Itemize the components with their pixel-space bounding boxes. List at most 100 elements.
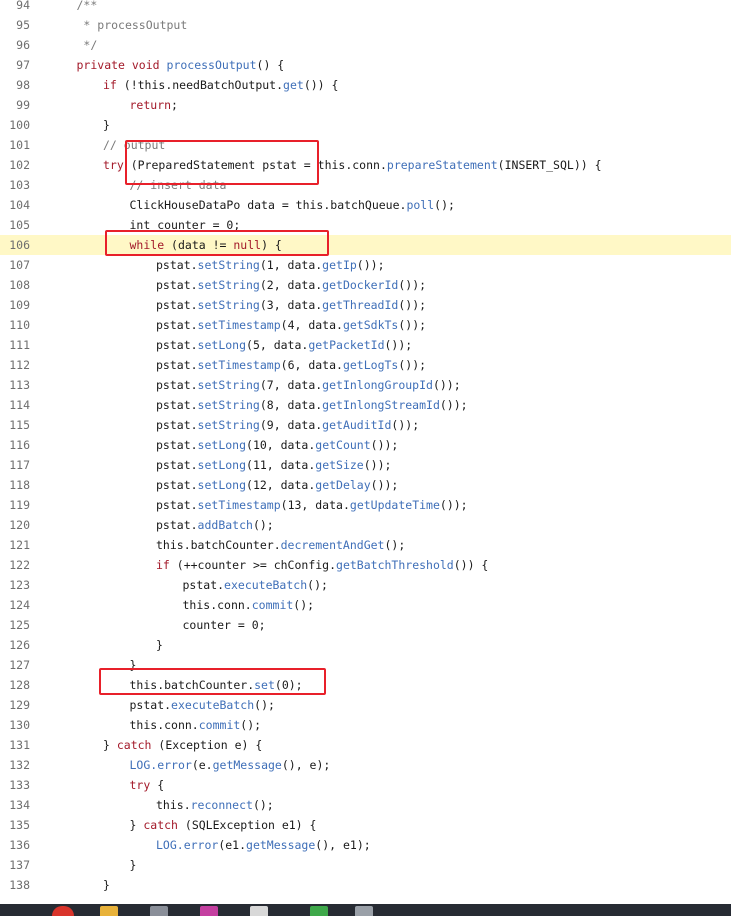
code-line[interactable]: 108 pstat.setString(2, data.getDockerId()… — [0, 275, 731, 295]
code-line[interactable]: 125 counter = 0; — [0, 615, 731, 635]
window-app-icon[interactable] — [150, 906, 168, 916]
code-text: pstat.executeBatch(); — [130, 695, 275, 715]
code-token: ()); — [439, 498, 468, 512]
document-app-icon[interactable] — [250, 906, 268, 916]
taskbar — [0, 904, 731, 916]
code-token: LOG. — [156, 838, 184, 852]
code-token: } — [156, 638, 163, 652]
code-token: (INSERT_SQL)) { — [497, 158, 602, 172]
code-line[interactable]: 122 if (++counter >= chConfig.getBatchThr… — [0, 555, 731, 575]
code-text: this.batchCounter.decrementAndGet(); — [156, 535, 405, 555]
code-token: getDelay — [315, 478, 371, 492]
line-number: 123 — [9, 578, 30, 592]
code-token: (3, data. — [259, 298, 323, 312]
code-token: executeBatch — [224, 578, 308, 592]
line-number: 109 — [9, 298, 30, 312]
colorful-app-icon[interactable] — [200, 906, 218, 916]
code-token: ()); — [398, 318, 427, 332]
code-token: pstat. — [156, 298, 198, 312]
code-token: (8, data. — [259, 398, 323, 412]
code-token: getSize — [315, 458, 364, 472]
code-line[interactable]: 126} — [0, 635, 731, 655]
annotation-box-while-loop — [105, 230, 329, 256]
line-number: 102 — [9, 158, 30, 172]
code-token: (++counter >= chConfig. — [176, 558, 337, 572]
code-line[interactable]: 131} catch (Exception e) { — [0, 735, 731, 755]
code-line[interactable]: 113 pstat.setString(7, data.getInlongGrou… — [0, 375, 731, 395]
code-token: } — [103, 738, 117, 752]
code-token: (11, data. — [246, 458, 316, 472]
code-line[interactable]: 100} — [0, 115, 731, 135]
code-token: setTimestamp — [197, 358, 281, 372]
code-line[interactable]: 112 pstat.setTimestamp(6, data.getLogTs()… — [0, 355, 731, 375]
line-number: 119 — [9, 498, 30, 512]
code-token: getLogTs — [342, 358, 399, 372]
code-token: (Exception e) { — [158, 738, 263, 752]
code-line[interactable]: 132 LOG.error(e.getMessage(), e); — [0, 755, 731, 775]
code-line[interactable]: 118 pstat.setLong(12, data.getDelay()); — [0, 475, 731, 495]
code-line[interactable]: 98 if (!this.needBatchOutput.get()) { — [0, 75, 731, 95]
line-number: 96 — [16, 38, 30, 52]
code-token: getAuditId — [322, 418, 392, 432]
code-line[interactable]: 135} catch (SQLException e1) { — [0, 815, 731, 835]
code-line[interactable]: 133 try { — [0, 775, 731, 795]
file-app-icon[interactable] — [355, 906, 373, 916]
code-line[interactable]: 109 pstat.setString(3, data.getThreadId()… — [0, 295, 731, 315]
code-line[interactable]: 129 pstat.executeBatch(); — [0, 695, 731, 715]
code-line[interactable]: 104 ClickHouseDataPo data = this.batchQue… — [0, 195, 731, 215]
code-line[interactable]: 114 pstat.setString(8, data.getInlongStre… — [0, 395, 731, 415]
code-line[interactable]: 130 this.conn.commit(); — [0, 715, 731, 735]
line-number: 117 — [9, 458, 30, 472]
code-token: getInlongGroupId — [322, 378, 433, 392]
code-line[interactable]: 110 pstat.setTimestamp(4, data.getSdkTs()… — [0, 315, 731, 335]
code-line[interactable]: 99 return; — [0, 95, 731, 115]
code-token: (1, data. — [259, 258, 323, 272]
code-token: ()); — [370, 478, 399, 492]
code-line[interactable]: 134 this.reconnect(); — [0, 795, 731, 815]
code-line[interactable]: 138} — [0, 875, 731, 895]
code-token: pstat. — [156, 458, 198, 472]
code-line[interactable]: 102 try (PreparedStatement pstat = this.c… — [0, 155, 731, 175]
code-line[interactable]: 96 */ — [0, 35, 731, 55]
code-token: pstat. — [156, 378, 198, 392]
code-token: ()); — [370, 438, 399, 452]
code-token: pstat. — [156, 258, 198, 272]
code-line[interactable]: 121 this.batchCounter.decrementAndGet(); — [0, 535, 731, 555]
code-token: ()); — [439, 398, 468, 412]
line-number: 125 — [9, 618, 30, 632]
code-token: (); — [384, 538, 406, 552]
code-line[interactable]: 107 pstat.setString(1, data.getIp()); — [0, 255, 731, 275]
code-token: ()); — [356, 258, 385, 272]
code-line[interactable]: 137} — [0, 855, 731, 875]
code-line[interactable]: 103// insert data — [0, 175, 731, 195]
code-token: */ — [76, 38, 98, 52]
code-line[interactable]: 136 LOG.error(e1.getMessage(), e1); — [0, 835, 731, 855]
code-line[interactable]: 101// output — [0, 135, 731, 155]
code-line[interactable]: 111 pstat.setLong(5, data.getPacketId()); — [0, 335, 731, 355]
code-text: } catch (Exception e) { — [103, 735, 262, 755]
code-line[interactable]: 115 pstat.setString(9, data.getAuditId())… — [0, 415, 731, 435]
code-line[interactable]: 95 * processOutput — [0, 15, 731, 35]
code-line[interactable]: 94 /** — [0, 0, 731, 15]
code-token: (6, data. — [280, 358, 343, 372]
code-token: (2, data. — [259, 278, 323, 292]
code-line[interactable]: 97 private void processOutput() { — [0, 55, 731, 75]
code-line[interactable]: 116 pstat.setLong(10, data.getCount()); — [0, 435, 731, 455]
line-number: 137 — [9, 858, 30, 872]
code-line[interactable]: 119 pstat.setTimestamp(13, data.getUpdate… — [0, 495, 731, 515]
green-app-icon[interactable] — [310, 906, 328, 916]
code-token: } — [103, 878, 110, 892]
code-line[interactable]: 117 pstat.setLong(11, data.getSize()); — [0, 455, 731, 475]
code-token: pstat. — [156, 278, 198, 292]
code-token: getIp — [322, 258, 357, 272]
code-text: try { — [130, 775, 165, 795]
code-token: (); — [240, 718, 262, 732]
browser-icon[interactable] — [52, 906, 74, 916]
code-line[interactable]: 124 this.conn.commit(); — [0, 595, 731, 615]
code-line[interactable]: 120 pstat.addBatch(); — [0, 515, 731, 535]
line-number: 135 — [9, 818, 30, 832]
code-text: pstat.setString(1, data.getIp()); — [156, 255, 385, 275]
code-line[interactable]: 123 pstat.executeBatch(); — [0, 575, 731, 595]
folder-icon[interactable] — [100, 906, 118, 916]
code-text: pstat.setString(9, data.getAuditId()); — [156, 415, 419, 435]
